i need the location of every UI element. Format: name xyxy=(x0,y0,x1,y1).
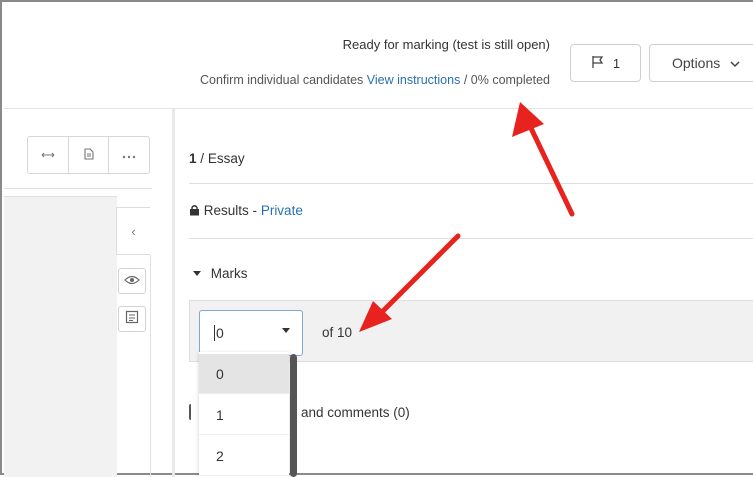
results-label: Results xyxy=(203,203,249,218)
feedback-label[interactable]: and comments (0) xyxy=(301,405,410,420)
text-cursor xyxy=(214,325,215,341)
progress-percent: 0% completed xyxy=(470,73,550,87)
question-type: Essay xyxy=(207,151,245,166)
notes-icon xyxy=(125,310,139,329)
marks-option[interactable]: 0 xyxy=(199,354,289,394)
ellipsis-icon xyxy=(122,148,136,162)
feedback-icon xyxy=(189,404,197,420)
lock-icon xyxy=(189,203,204,218)
arrows-horizontal-icon xyxy=(41,148,55,162)
progress-line: Confirm individual candidates View instr… xyxy=(200,73,550,87)
screenshot-frame: Ready for marking (test is still open) C… xyxy=(0,0,753,477)
panel-splitter[interactable] xyxy=(172,109,175,477)
left-rail-divider xyxy=(150,255,151,477)
results-divider xyxy=(189,238,753,239)
results-dash: - xyxy=(252,203,258,218)
document-toolbar xyxy=(27,136,150,174)
chevron-down-icon xyxy=(730,55,740,71)
arrow-to-progress xyxy=(512,102,575,217)
preview-button[interactable] xyxy=(118,268,146,294)
document-viewer[interactable] xyxy=(4,196,117,477)
chevron-down-icon xyxy=(282,328,290,333)
chevron-left-icon: ‹ xyxy=(131,223,136,239)
marks-option[interactable]: 2 xyxy=(199,436,289,476)
flag-button[interactable]: 1 xyxy=(570,44,641,82)
document-top-divider xyxy=(4,188,152,189)
marking-status: Ready for marking (test is still open) xyxy=(342,37,550,52)
marks-total: of 10 xyxy=(322,325,353,340)
question-divider xyxy=(189,183,753,184)
options-label: Options xyxy=(672,55,721,71)
flag-icon xyxy=(591,55,605,72)
eye-icon xyxy=(124,272,140,290)
marks-selected-value: 0 xyxy=(216,325,224,341)
question-number: 1 xyxy=(189,151,197,166)
confirm-text: Confirm individual candidates xyxy=(200,73,364,87)
notes-button[interactable] xyxy=(118,306,146,332)
marks-dropdown: 0 1 2 xyxy=(199,352,289,477)
question-heading: 1 / Essay xyxy=(189,151,245,166)
marks-option[interactable]: 1 xyxy=(199,395,289,435)
header-divider xyxy=(4,108,753,109)
results-visibility-link[interactable]: Private xyxy=(261,203,303,218)
marks-toggle[interactable]: Marks xyxy=(193,266,248,281)
marks-label: Marks xyxy=(210,266,248,281)
caret-down-icon xyxy=(193,266,205,281)
fit-width-button[interactable] xyxy=(28,137,69,173)
question-separator: / xyxy=(200,151,205,166)
options-button[interactable]: Options xyxy=(649,44,753,82)
results-row: Results - Private xyxy=(189,203,303,218)
collapse-panel-button[interactable]: ‹ xyxy=(116,207,150,255)
progress-separator: / xyxy=(463,73,468,87)
flag-count: 1 xyxy=(612,55,621,71)
view-instructions-link[interactable]: View instructions xyxy=(367,73,461,87)
dropdown-scrollbar[interactable] xyxy=(290,354,297,477)
more-button[interactable] xyxy=(109,137,149,173)
marks-select[interactable]: 0 xyxy=(199,310,303,356)
document-button[interactable] xyxy=(69,137,110,173)
document-icon xyxy=(83,147,94,163)
